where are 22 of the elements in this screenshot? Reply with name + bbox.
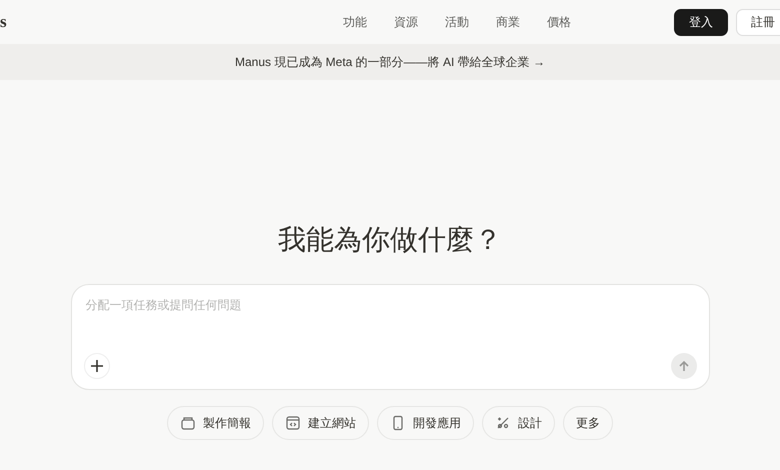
suggestion-chip[interactable]: 開發應用 bbox=[377, 406, 474, 440]
suggestion-chip[interactable]: 建立網站 bbox=[272, 406, 369, 440]
logo[interactable]: s bbox=[0, 9, 50, 35]
nav-link[interactable]: 功能 bbox=[343, 13, 367, 31]
login-button[interactable]: 登入 bbox=[674, 8, 728, 36]
nav-link[interactable]: 商業 bbox=[496, 13, 520, 31]
nav-link[interactable]: 資源 bbox=[394, 13, 418, 31]
suggestion-chip[interactable]: 更多 bbox=[563, 406, 613, 440]
nav-link[interactable]: 活動 bbox=[445, 13, 469, 31]
suggestion-chip[interactable]: 設計 bbox=[482, 406, 555, 440]
page-heading: 我能為你做什麼？ bbox=[278, 224, 502, 258]
announcement-link[interactable]: Manus 現已成為 Meta 的一部分——將 AI 帶給全球企業 → bbox=[234, 53, 546, 71]
suggestion-chip[interactable]: 製作簡報 bbox=[167, 406, 264, 440]
add-button[interactable] bbox=[84, 353, 110, 379]
prompt-input[interactable]: 分配一項任務或提問任何問題 bbox=[84, 295, 696, 315]
arrow-up-icon bbox=[678, 360, 690, 372]
code-window-icon bbox=[285, 415, 301, 431]
nav-link[interactable]: 價格 bbox=[547, 13, 571, 31]
signup-button[interactable]: 註冊 bbox=[736, 8, 780, 36]
bag-icon bbox=[180, 415, 196, 431]
send-button[interactable] bbox=[670, 353, 696, 379]
plus-icon bbox=[90, 359, 104, 373]
